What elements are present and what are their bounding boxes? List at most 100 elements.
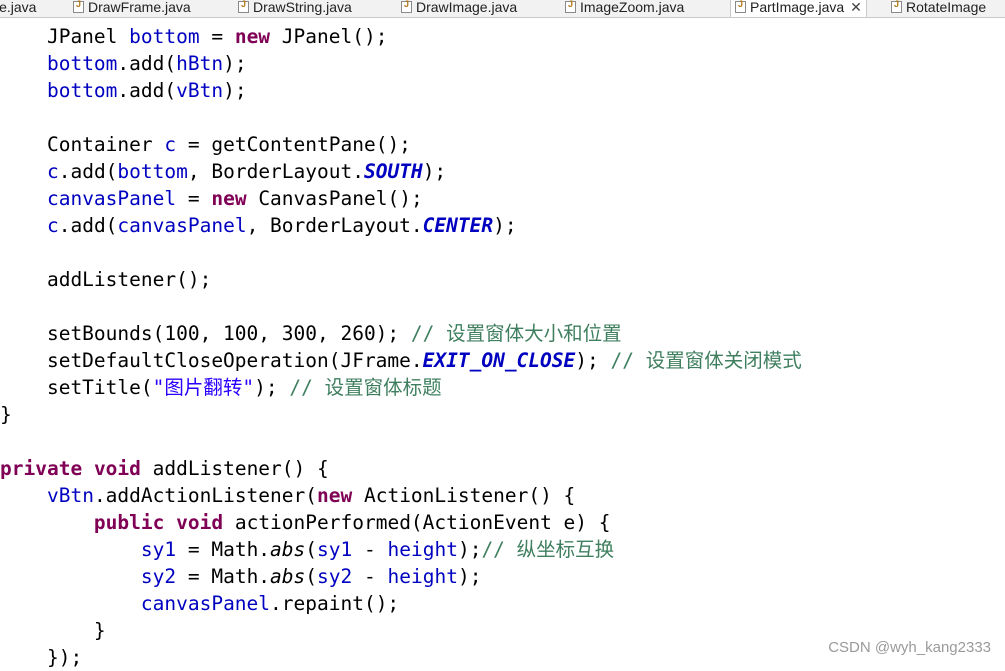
code-token: );	[457, 565, 482, 588]
code-line: addListener();	[0, 266, 1005, 293]
code-token: CENTER	[422, 214, 494, 237]
code-token: setDefaultCloseOperation(JFrame.	[0, 349, 423, 372]
code-token: -	[352, 565, 388, 588]
code-line: canvasPanel.repaint();	[0, 590, 1005, 617]
code-token: -	[352, 538, 388, 561]
code-token: "图片翻转"	[152, 376, 255, 399]
code-token: private	[0, 457, 83, 480]
code-token: void	[93, 457, 141, 480]
code-token: bottom	[46, 52, 118, 75]
code-token: ActionListener() {	[352, 484, 576, 507]
java-file-icon	[735, 0, 746, 13]
code-token: canvasPanel	[117, 214, 247, 237]
code-line: setDefaultCloseOperation(JFrame.EXIT_ON_…	[0, 347, 1005, 374]
code-token: SOUTH	[363, 160, 423, 183]
code-token: );	[223, 79, 247, 102]
code-token: EXIT_ON_CLOSE	[422, 349, 576, 372]
java-file-icon	[73, 0, 84, 13]
code-line: setTitle("图片翻转"); // 设置窗体标题	[0, 374, 1005, 401]
code-token: sy2	[140, 565, 177, 588]
java-file-icon	[565, 0, 576, 13]
code-token: public	[93, 511, 165, 534]
code-line: bottom.add(hBtn);	[0, 50, 1005, 77]
code-line: ​	[0, 293, 1005, 320]
code-token: setTitle(	[0, 376, 153, 399]
tab-label: PartImage.java	[750, 0, 845, 15]
code-token: .add(	[117, 52, 177, 75]
code-token: void	[176, 511, 224, 534]
code-line: canvasPanel = new CanvasPanel();	[0, 185, 1005, 212]
code-token: abs	[270, 565, 306, 588]
tab-label: RotateImage	[906, 0, 987, 15]
code-line: ​	[0, 239, 1005, 266]
code-token: JPanel	[0, 25, 130, 48]
code-token: );	[254, 376, 290, 399]
code-token: bottom	[117, 160, 188, 183]
tab-drawstring-java[interactable]: DrawString.java	[238, 0, 352, 17]
tab-partimage-java[interactable]: PartImage.java ✕	[730, 0, 867, 17]
code-token: }	[0, 403, 12, 426]
close-icon[interactable]: ✕	[850, 0, 862, 15]
code-token: );	[422, 160, 447, 183]
code-token: height	[387, 565, 458, 588]
code-token: =	[176, 187, 212, 210]
code-line: private void addListener() {	[0, 455, 1005, 482]
code-token: c	[46, 160, 59, 183]
code-token: actionPerformed(ActionEvent e) {	[223, 511, 611, 534]
code-token: );	[493, 214, 517, 237]
tab-imagezoom-java[interactable]: ImageZoom.java	[565, 0, 684, 17]
code-token: = Math.	[176, 538, 271, 561]
code-token: new	[317, 484, 353, 507]
tab-label: DrawString.java	[253, 0, 352, 15]
code-line: JPanel bottom = new JPanel();	[0, 23, 1005, 50]
code-token: .repaint();	[270, 592, 400, 615]
code-token: addListener() {	[140, 457, 329, 480]
tab-label: DrawImage.java	[416, 0, 518, 15]
code-token: vBtn	[176, 79, 224, 102]
code-token: .add(	[117, 79, 177, 102]
code-line: ​	[0, 104, 1005, 131]
code-token: =	[199, 25, 235, 48]
code-token: Container	[0, 133, 165, 156]
tab-label: le.java	[0, 0, 37, 15]
tab-drawframe-java[interactable]: DrawFrame.java	[73, 0, 191, 17]
code-token: sy2	[317, 565, 353, 588]
code-line: }	[0, 401, 1005, 428]
code-token: addListener();	[0, 268, 212, 291]
code-token: .add(	[58, 214, 118, 237]
code-token: sy1	[140, 538, 177, 561]
code-token: // 设置窗体关闭模式	[610, 349, 802, 372]
code-editor[interactable]: JPanel bottom = new JPanel(); bottom.add…	[0, 23, 1005, 671]
code-line: bottom.add(vBtn);	[0, 77, 1005, 104]
editor-tab-bar: le.java DrawFrame.java DrawString.java D…	[0, 0, 1005, 18]
code-token: }	[0, 619, 106, 642]
code-line: vBtn.addActionListener(new ActionListene…	[0, 482, 1005, 509]
code-token: abs	[270, 538, 306, 561]
tab-rotateimage[interactable]: RotateImage	[891, 0, 986, 17]
code-token: (	[305, 565, 318, 588]
tab-le-java[interactable]: le.java	[0, 0, 36, 17]
watermark: CSDN @wyh_kang2333	[828, 639, 991, 656]
code-line: sy1 = Math.abs(sy1 - height);// 纵坐标互换	[0, 536, 1005, 563]
code-token: canvasPanel	[140, 592, 271, 615]
code-token: JPanel();	[270, 25, 388, 48]
code-token: hBtn	[176, 52, 224, 75]
code-token: CanvasPanel();	[246, 187, 423, 210]
code-token: .add(	[58, 160, 118, 183]
code-token: // 设置窗体大小和位置	[410, 322, 622, 345]
code-token: , BorderLayout.	[246, 214, 423, 237]
code-token: = Math.	[176, 565, 271, 588]
java-file-icon	[401, 0, 412, 13]
code-token: , BorderLayout.	[187, 160, 364, 183]
tab-label: ImageZoom.java	[580, 0, 685, 15]
tab-drawimage-java[interactable]: DrawImage.java	[401, 0, 517, 17]
code-line: c.add(canvasPanel, BorderLayout.CENTER);	[0, 212, 1005, 239]
code-token: );	[457, 538, 482, 561]
